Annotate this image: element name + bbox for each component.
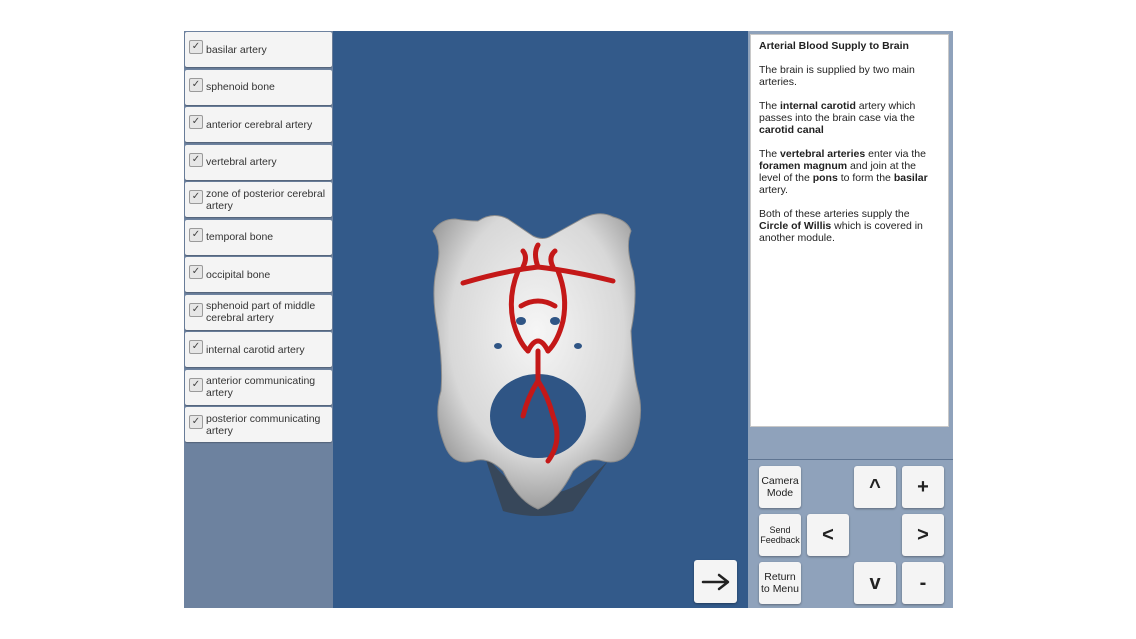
3d-viewport[interactable]	[333, 31, 748, 608]
layer-checkbox[interactable]: ✓	[189, 227, 203, 242]
layer-item-posterior-cerebral-zone[interactable]: ✓ zone of posterior cerebral artery	[185, 182, 332, 217]
info-paragraph: The vertebral arteries enter via the for…	[759, 148, 928, 196]
layer-item-basilar-artery[interactable]: ✓ basilar artery	[185, 32, 332, 67]
layer-checkbox[interactable]: ✓	[189, 377, 203, 392]
layer-item-sphenoid-bone[interactable]: ✓ sphenoid bone	[185, 69, 332, 105]
camera-mode-button[interactable]: Camera Mode	[759, 466, 801, 508]
layer-label: basilar artery	[206, 43, 267, 56]
layer-label: zone of posterior cerebral artery	[206, 187, 326, 212]
layer-label: temporal bone	[206, 231, 274, 243]
layer-label: anterior communicating artery	[206, 375, 316, 399]
layer-item-anterior-communicating-artery[interactable]: ✓ anterior communicating artery	[185, 369, 332, 405]
rotate-up-button[interactable]: ^	[854, 466, 896, 508]
send-feedback-button[interactable]: Send Feedback	[759, 514, 801, 556]
rotate-down-button[interactable]: v	[854, 562, 896, 604]
layer-list: ✓ basilar artery ✓ sphenoid bone ✓ anter…	[184, 31, 333, 608]
layer-item-anterior-cerebral-artery[interactable]: ✓ anterior cerebral artery	[185, 107, 332, 142]
control-panel: Camera Mode Send Feedback Return to Menu…	[748, 459, 953, 608]
layer-checkbox[interactable]: ✓	[189, 115, 203, 129]
next-button[interactable]	[694, 560, 737, 603]
zoom-out-button[interactable]: -	[902, 562, 944, 604]
layer-item-temporal-bone[interactable]: ✓ temporal bone	[185, 219, 332, 255]
info-title: Arterial Blood Supply to Brain	[759, 40, 909, 52]
layer-item-posterior-communicating-artery[interactable]: ✓ posterior communicating artery	[185, 407, 332, 442]
layer-checkbox[interactable]: ✓	[189, 40, 203, 54]
rotate-left-button[interactable]: <	[807, 514, 849, 556]
layer-checkbox[interactable]: ✓	[189, 340, 203, 354]
layer-checkbox[interactable]: ✓	[189, 265, 203, 279]
skull-base-model[interactable]	[333, 31, 748, 608]
layer-label: vertebral artery	[206, 156, 277, 168]
layer-item-vertebral-artery[interactable]: ✓ vertebral artery	[185, 144, 332, 180]
layer-checkbox[interactable]: ✓	[189, 152, 203, 167]
arrow-right-icon	[701, 573, 729, 590]
layer-item-occipital-bone[interactable]: ✓ occipital bone	[185, 257, 332, 292]
layer-item-sphenoid-middle-cerebral[interactable]: ✓ sphenoid part of middle cerebral arter…	[185, 294, 332, 330]
info-paragraph: Both of these arteries supply the Circle…	[759, 208, 923, 244]
info-paragraph: The internal carotid artery which passes…	[759, 100, 916, 136]
layer-checkbox[interactable]: ✓	[189, 77, 203, 92]
info-text-box: Arterial Blood Supply to Brain The brain…	[750, 34, 949, 427]
foramen-magnum	[490, 374, 586, 458]
rotate-right-button[interactable]: >	[902, 514, 944, 556]
layer-label: posterior communicating artery	[206, 412, 321, 437]
info-panel: Arterial Blood Supply to Brain The brain…	[748, 31, 953, 459]
layer-checkbox[interactable]: ✓	[189, 415, 203, 429]
zoom-in-button[interactable]: +	[902, 466, 944, 508]
layer-item-internal-carotid-artery[interactable]: ✓ internal carotid artery	[185, 332, 332, 367]
layer-checkbox[interactable]: ✓	[189, 302, 203, 317]
layer-label: internal carotid artery	[206, 343, 305, 356]
layer-label: sphenoid part of middle cerebral artery	[206, 300, 316, 324]
layer-label: sphenoid bone	[206, 81, 275, 93]
return-menu-button[interactable]: Return to Menu	[759, 562, 801, 604]
anatomy-app: ✓ basilar artery ✓ sphenoid bone ✓ anter…	[184, 31, 953, 608]
layer-label: anterior cerebral artery	[206, 118, 313, 131]
layer-label: occipital bone	[206, 268, 271, 281]
info-paragraph: The brain is supplied by two main arteri…	[759, 64, 915, 88]
layer-checkbox[interactable]: ✓	[189, 190, 203, 204]
